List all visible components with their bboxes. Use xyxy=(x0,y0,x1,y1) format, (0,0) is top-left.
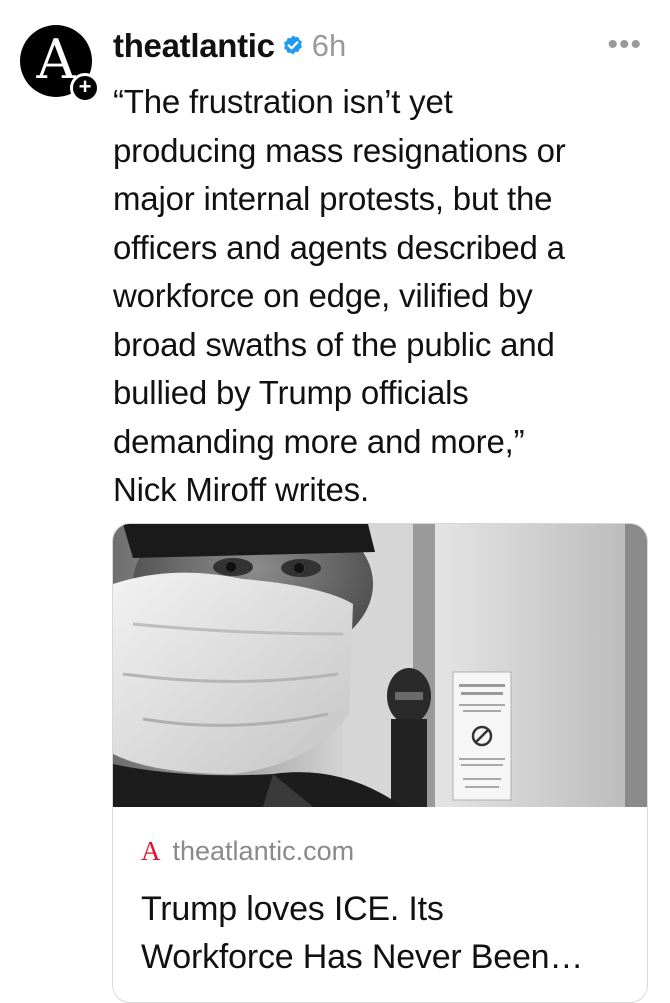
avatar[interactable]: A + xyxy=(20,25,100,103)
atlantic-logo-icon: A xyxy=(36,28,76,91)
link-title: Trump loves ICE. Its Workforce Has Never… xyxy=(141,890,584,976)
article-photo xyxy=(113,524,647,807)
username[interactable]: theatlantic xyxy=(113,27,275,65)
link-domain: theatlantic.com xyxy=(172,836,355,866)
more-options-icon[interactable]: ••• xyxy=(607,30,642,60)
atlantic-logo-icon: A xyxy=(141,836,161,866)
post-text: “The frustration isn’t yet producing mas… xyxy=(113,83,566,508)
follow-button[interactable]: + xyxy=(70,73,100,103)
link-preview-card[interactable]: A theatlantic.com Trump loves ICE. Its W… xyxy=(112,523,648,1003)
post-time: 6h xyxy=(311,28,347,63)
post: A + theatlantic 6h ••• “The frustration … xyxy=(0,0,670,1003)
verified-badge-icon xyxy=(283,35,302,55)
post-header: theatlantic 6h xyxy=(113,24,346,68)
link-source: A theatlantic.com xyxy=(141,836,354,867)
plus-icon: + xyxy=(78,74,92,99)
